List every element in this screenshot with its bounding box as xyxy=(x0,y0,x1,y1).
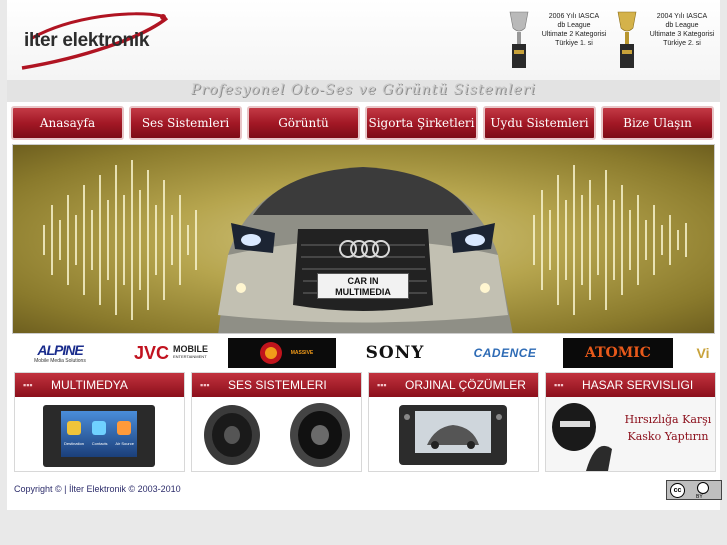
card-image-multimedia-unit: Destination Contacts Air Source xyxy=(15,397,184,471)
trophy-line: Türkiye 1. si xyxy=(555,40,593,47)
trophy-icon xyxy=(509,11,529,68)
tagline-bar: Profesyonel Oto-Ses ve Görüntü Sistemler… xyxy=(7,80,720,102)
card-image-oem-unit xyxy=(369,397,538,471)
by-icon xyxy=(697,482,709,494)
contacts-icon xyxy=(92,421,106,435)
brand-alpine-sub: Mobile Media Solutions xyxy=(34,358,86,364)
card-header: ▪▪▪ HASAR SERVISLIGI xyxy=(546,373,715,397)
brand-alpine-logo[interactable]: ALPINE Mobile Media Solutions xyxy=(15,338,105,368)
card-header: ▪▪▪ MULTIMEDYA xyxy=(15,373,184,397)
hero-plate-line2: MULTIMEDIA xyxy=(335,287,391,297)
trophy-line: Türkiye 2. si xyxy=(663,40,701,47)
trophy-line: 2006 Yılı IASCA xyxy=(548,13,600,20)
brand-partial-logo[interactable]: Vi xyxy=(691,338,715,368)
nav-ses-sistemleri[interactable]: Ses Sistemleri xyxy=(129,106,242,140)
cc-icon: cc xyxy=(670,483,685,498)
nav-anasayfa[interactable]: Anasayfa xyxy=(11,106,124,140)
screen-label-row: Destination Contacts Air Source xyxy=(64,441,134,446)
brand-cadence-logo[interactable]: CADENCE xyxy=(459,338,551,368)
destination-icon xyxy=(67,421,81,435)
card-ses-sistemleri[interactable]: ▪▪▪ SES SISTEMLERI xyxy=(191,372,362,472)
by-label: BY xyxy=(696,494,703,500)
hero-car-image xyxy=(43,160,687,333)
brand-jvc-sub-wrap: MOBILE ENTERTAINMENT xyxy=(173,345,208,361)
header: ilter elektronik 2006 Yılı IASCA db Leag… xyxy=(7,0,720,80)
nav-goruntu-sistemleri[interactable]: Görüntü Sistemleri xyxy=(247,106,360,160)
logo[interactable]: ilter elektronik xyxy=(12,8,172,74)
card-header: ▪▪▪ ORJINAL ÇÖZÜMLER xyxy=(369,373,538,397)
screen-label: Air Source xyxy=(115,441,134,446)
slogan-line: Kasko Yaptırın xyxy=(627,430,709,443)
nav-bize-ulasin[interactable]: Bize Ulaşın xyxy=(601,106,714,140)
nav-uydu-sistemleri[interactable]: Uydu Sistemleri xyxy=(483,106,596,140)
feature-cards: ▪▪▪ MULTIMEDYA Destination Contacts Air … xyxy=(14,372,716,472)
brand-atomic-name: ATOMIC xyxy=(585,345,651,361)
hero-plate-line1: CAR IN xyxy=(347,276,379,286)
brand-strip: ALPINE Mobile Media Solutions JVC MOBILE… xyxy=(7,336,720,370)
logo-text: ilter elektronik xyxy=(24,30,150,51)
screen-label: Destination xyxy=(64,441,85,446)
trophy-icon xyxy=(617,11,637,68)
head-unit-screen: Destination Contacts Air Source xyxy=(61,411,137,457)
trophy-line: db League xyxy=(557,22,591,29)
card-image-theft: Hırsızlığa Karşı Kasko Yaptırın xyxy=(546,397,715,471)
trophy-award-2006: 2006 Yılı IASCA db League Ultimate 2 Kat… xyxy=(507,8,615,72)
card-header: ▪▪▪ SES SISTEMLERI xyxy=(192,373,361,397)
brand-massive-logo[interactable]: MASSIVE xyxy=(228,338,336,368)
card-title: ORJINAL ÇÖZÜMLER xyxy=(405,378,526,392)
speaker-image xyxy=(204,403,350,467)
main-nav: Anasayfa Ses Sistemleri Görüntü Sistemle… xyxy=(11,106,718,160)
brand-jvc-sub: MOBILE xyxy=(173,344,208,354)
trophy-caption: 2006 Yılı IASCA db League Ultimate 2 Kat… xyxy=(533,12,615,48)
screen-label: Contacts xyxy=(91,441,108,446)
page: ilter elektronik 2006 Yılı IASCA db Leag… xyxy=(7,0,722,510)
trophy-caption: 2004 Yılı IASCA db League Ultimate 3 Kat… xyxy=(641,12,723,48)
card-title: SES SISTEMLERI xyxy=(228,378,327,392)
music-icon xyxy=(117,421,131,435)
hero-banner: CAR IN MULTIMEDIA xyxy=(12,144,715,334)
dots-icon: ▪▪▪ xyxy=(377,380,387,390)
trophy-line: Ultimate 2 Kategorisi xyxy=(541,31,607,38)
brand-sony-name: SONY xyxy=(365,343,425,363)
trophy-line: 2004 Yılı IASCA xyxy=(656,13,708,20)
trophy-award-2004: 2004 Yılı IASCA db League Ultimate 3 Kat… xyxy=(615,8,723,72)
brand-jvc-name: JVC xyxy=(133,342,169,363)
trophy-line: db League xyxy=(665,22,699,29)
dots-icon: ▪▪▪ xyxy=(554,380,564,390)
brand-massive-name: MASSIVE xyxy=(290,350,314,356)
tagline: Profesyonel Oto-Ses ve Görüntü Sistemler… xyxy=(191,82,536,98)
card-hasar-servisligi[interactable]: ▪▪▪ HASAR SERVISLIGI Hırsızlığa Karşı Ka… xyxy=(545,372,716,472)
brand-alpine-name: ALPINE xyxy=(37,342,83,358)
slogan-line: Hırsızlığa Karşı xyxy=(624,413,712,426)
card-slogan: Hırsızlığa Karşı Kasko Yaptırın xyxy=(622,411,714,445)
card-orjinal-cozumler[interactable]: ▪▪▪ ORJINAL ÇÖZÜMLER xyxy=(368,372,539,472)
oem-unit-image xyxy=(399,405,507,465)
card-image-speakers xyxy=(192,397,361,471)
brand-atomic-logo[interactable]: ATOMIC xyxy=(563,338,673,368)
head-unit: Destination Contacts Air Source xyxy=(43,405,155,467)
copyright-text: Copyright © | İlter Elektronik © 2003-20… xyxy=(14,484,181,494)
hero-plate: CAR IN MULTIMEDIA xyxy=(317,273,409,299)
dots-icon: ▪▪▪ xyxy=(200,380,210,390)
trophy-line: Ultimate 3 Kategorisi xyxy=(649,31,715,38)
brand-partial-name: Vi xyxy=(696,345,710,361)
dots-icon: ▪▪▪ xyxy=(23,380,33,390)
nav-sigorta-sirketleri[interactable]: Sigorta Şirketleri xyxy=(365,106,478,140)
brand-jvc-sub2: ENTERTAINMENT xyxy=(173,354,207,359)
brand-sony-logo[interactable]: SONY xyxy=(351,338,439,368)
footer: Copyright © | İlter Elektronik © 2003-20… xyxy=(14,480,722,502)
creative-commons-badge[interactable]: cc BY xyxy=(666,480,722,500)
card-title: HASAR SERVISLIGI xyxy=(582,378,694,392)
card-multimedya[interactable]: ▪▪▪ MULTIMEDYA Destination Contacts Air … xyxy=(14,372,185,472)
massive-emblem-icon xyxy=(259,342,282,364)
card-title: MULTIMEDYA xyxy=(51,378,128,392)
screen-icon-row xyxy=(67,421,131,437)
brand-jvc-logo[interactable]: JVC MOBILE ENTERTAINMENT xyxy=(125,338,217,368)
brand-cadence-name: CADENCE xyxy=(473,346,537,360)
